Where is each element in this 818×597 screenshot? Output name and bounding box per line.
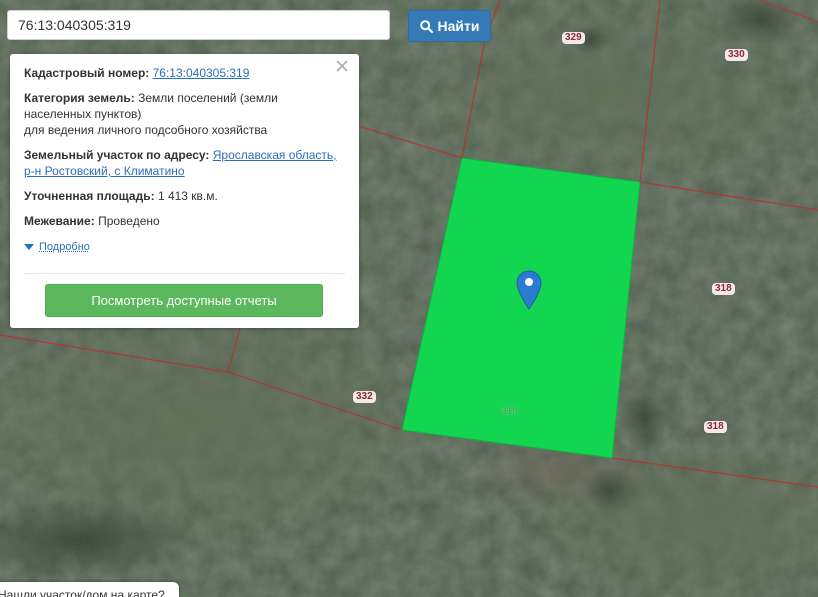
survey-row: Межевание: Проведено — [24, 213, 345, 229]
land-category-label: Категория земель: — [24, 91, 135, 105]
view-reports-button[interactable]: Посмотреть доступные отчеты — [45, 284, 323, 317]
area-row: Уточненная площадь: 1 413 кв.м. — [24, 188, 345, 204]
cadastral-number-link[interactable]: 76:13:040305:319 — [153, 66, 250, 80]
address-label: Земельный участок по адресу: — [24, 148, 210, 162]
details-toggle[interactable]: Подробно — [24, 239, 345, 255]
close-icon[interactable] — [334, 58, 350, 74]
map-page: 329 330 318 332 318 319 Найти Кадастровы… — [0, 0, 818, 597]
details-link[interactable]: Подробно — [39, 239, 90, 255]
area-value: 1 413 кв.м. — [157, 189, 218, 203]
cadastral-search-input[interactable] — [7, 10, 390, 40]
area-label: Уточненная площадь: — [24, 189, 155, 203]
popup-divider — [24, 273, 345, 274]
survey-label: Межевание: — [24, 214, 95, 228]
parcel-label-329: 329 — [562, 32, 585, 44]
found-parcel-hint-text: Нашли участок/дом на карте? — [0, 588, 165, 597]
search-icon — [419, 19, 433, 33]
cadastral-number-row: Кадастровый номер: 76:13:040305:319 — [24, 65, 345, 81]
found-parcel-hint[interactable]: Нашли участок/дом на карте? — [0, 582, 179, 597]
land-category-row: Категория земель: Земли поселений (земли… — [24, 90, 345, 138]
parcel-label-318: 318 — [712, 283, 735, 295]
parcel-label-318-lower: 318 — [704, 421, 727, 433]
land-use-value: для ведения личного подсобного хозяйства — [24, 123, 268, 137]
search-button[interactable]: Найти — [408, 10, 491, 42]
parcel-label-319: 319 — [501, 406, 518, 417]
search-button-label: Найти — [437, 18, 480, 34]
cadastral-number-label: Кадастровый номер: — [24, 66, 150, 80]
parcel-label-330: 330 — [725, 49, 748, 61]
map-marker-icon[interactable] — [516, 270, 542, 310]
parcel-info-popup: Кадастровый номер: 76:13:040305:319 Кате… — [10, 54, 359, 328]
caret-down-icon — [24, 243, 34, 250]
address-row: Земельный участок по адресу: Ярославская… — [24, 147, 345, 179]
survey-value: Проведено — [98, 214, 160, 228]
parcel-label-332: 332 — [353, 391, 376, 403]
